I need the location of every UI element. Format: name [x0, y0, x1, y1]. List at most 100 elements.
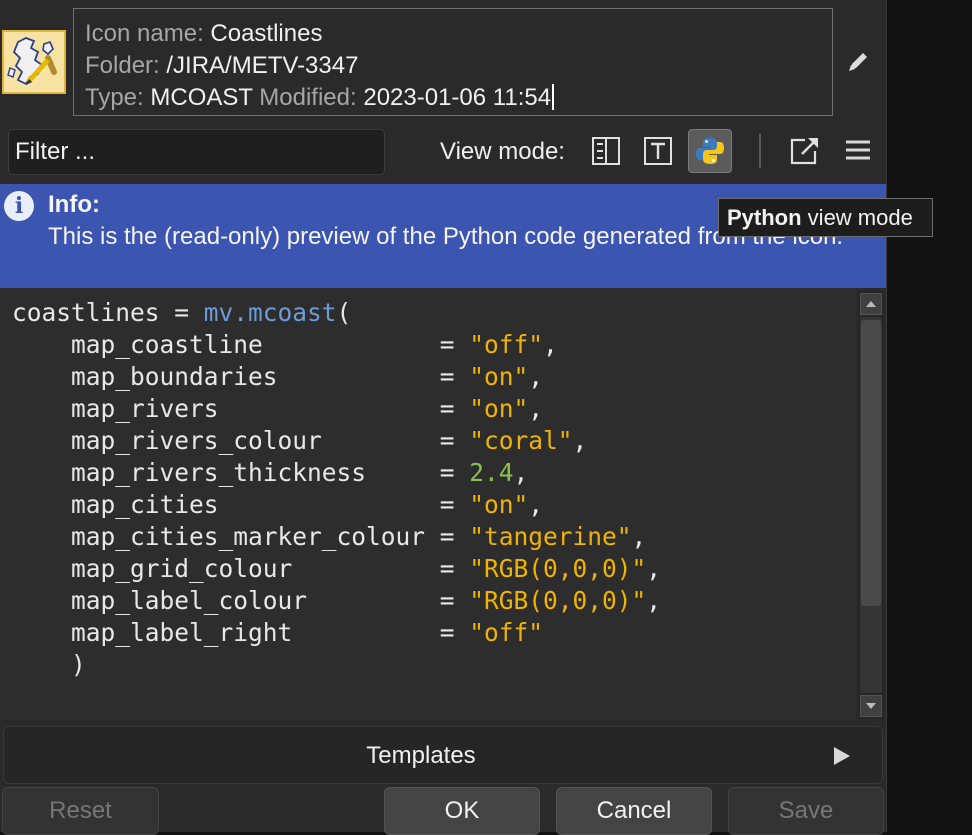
code-identifier: map_cities: [12, 490, 440, 519]
code-identifier: map_cities_marker_colour: [12, 522, 440, 551]
code-vertical-scrollbar[interactable]: [858, 291, 884, 719]
python-view-mode-button[interactable]: [688, 129, 732, 173]
icon-name-label: Icon name:: [85, 20, 204, 47]
code-operator: =: [439, 330, 470, 359]
code-line: map_label_colour = "RGB(0,0,0)",: [12, 585, 856, 617]
code-operator: =: [439, 618, 470, 647]
code-value: "off": [469, 330, 544, 359]
code-punctuation: ,: [528, 490, 544, 519]
tooltip-bold: Python: [727, 205, 802, 230]
code-function: mv.mcoast: [203, 298, 337, 327]
code-line: map_boundaries = "on",: [12, 361, 856, 393]
scroll-down-button[interactable]: [860, 695, 882, 717]
icon-name-row: Icon name: Coastlines: [85, 18, 822, 50]
folder-value: /JIRA/METV-3347: [166, 52, 359, 79]
code-value: "coral": [469, 426, 573, 455]
chevron-up-icon: [866, 301, 876, 307]
tooltip-text: view mode: [801, 205, 913, 230]
hamburger-menu-icon: [846, 140, 870, 160]
modified-value: 2023-01-06 11:54: [363, 84, 552, 111]
save-button[interactable]: Save: [728, 787, 884, 835]
scroll-thumb[interactable]: [861, 320, 881, 606]
code-punctuation: ,: [543, 330, 558, 359]
code-line: map_coastline = "off",: [12, 329, 856, 361]
templates-label: Templates: [366, 742, 476, 769]
code-value: "on": [469, 490, 529, 519]
scroll-up-button[interactable]: [860, 293, 882, 315]
tree-view-icon: [592, 137, 620, 165]
code-identifier: map_rivers_thickness: [12, 458, 440, 487]
code-operator: =: [439, 426, 470, 455]
code-punctuation: ,: [513, 458, 529, 487]
code-line: map_cities_marker_colour = "tangerine",: [12, 521, 856, 553]
icon-editor-panel: Icon name: Coastlines Folder: /JIRA/METV…: [0, 0, 887, 835]
detach-button[interactable]: [783, 129, 827, 173]
code-value: "RGB(0,0,0)": [469, 586, 647, 615]
icon-info-box[interactable]: Icon name: Coastlines Folder: /JIRA/METV…: [73, 8, 833, 116]
cancel-button[interactable]: Cancel: [556, 787, 712, 835]
code-value: 2.4: [469, 458, 514, 487]
code-identifier: map_coastline: [12, 330, 440, 359]
pencil-icon[interactable]: [844, 48, 872, 76]
text-view-mode-button[interactable]: [636, 129, 680, 173]
code-value: "RGB(0,0,0)": [469, 554, 647, 583]
code-operator: =: [439, 458, 470, 487]
code-identifier: coastlines: [12, 298, 160, 327]
code-value: "on": [469, 362, 529, 391]
code-value: "off": [469, 618, 544, 647]
code-punctuation: ,: [528, 362, 544, 391]
coastlines-map-icon: [2, 30, 66, 94]
code-operator: =: [439, 394, 470, 423]
code-operator: =: [439, 362, 470, 391]
code-identifier: map_boundaries: [12, 362, 440, 391]
code-punctuation: ,: [528, 394, 544, 423]
code-punctuation: ,: [646, 554, 662, 583]
toolbar-separator: [759, 134, 761, 168]
folder-label: Folder:: [85, 52, 160, 79]
code-line: map_grid_colour = "RGB(0,0,0)",: [12, 553, 856, 585]
code-operator: =: [159, 298, 204, 327]
code-line: map_cities = "on",: [12, 489, 856, 521]
menu-button[interactable]: [836, 129, 880, 173]
code-punctuation: ,: [572, 426, 588, 455]
code-value: "on": [469, 394, 529, 423]
expand-arrow-icon[interactable]: [832, 746, 852, 766]
code-operator: =: [439, 522, 470, 551]
code-line: map_label_right = "off": [12, 617, 856, 649]
templates-section[interactable]: Templates: [3, 726, 883, 784]
filter-input[interactable]: [8, 129, 385, 175]
code-identifier: map_label_colour: [12, 586, 440, 615]
info-icon: i: [4, 191, 34, 221]
code-punctuation: ,: [631, 522, 647, 551]
chevron-down-icon: [866, 703, 876, 709]
code-punctuation: (: [336, 298, 352, 327]
text-view-icon: [644, 137, 672, 165]
icon-name-value: Coastlines: [210, 20, 323, 47]
view-mode-label: View mode:: [440, 138, 565, 165]
code-line: map_rivers_colour = "coral",: [12, 425, 856, 457]
open-external-icon: [790, 138, 818, 165]
type-row: Type: MCOAST Modified: 2023-01-06 11:54: [85, 82, 822, 114]
code-identifier: map_label_right: [12, 618, 440, 647]
python-view-icon: [696, 138, 724, 164]
reset-button[interactable]: Reset: [2, 787, 159, 835]
background-area: [887, 0, 972, 832]
ok-button[interactable]: OK: [384, 787, 540, 835]
code-operator: =: [439, 490, 470, 519]
code-line: ): [12, 649, 856, 681]
code-identifier: map_rivers_colour: [12, 426, 440, 455]
modified-label: Modified:: [259, 84, 357, 111]
python-view-mode-tooltip: Python view mode: [718, 198, 933, 237]
code-identifier: ): [12, 650, 86, 679]
python-code-preview[interactable]: coastlines = mv.mcoast( map_coastline = …: [0, 289, 856, 719]
code-identifier: map_rivers: [12, 394, 440, 423]
code-line: map_rivers_thickness = 2.4,: [12, 457, 856, 489]
folder-row: Folder: /JIRA/METV-3347: [85, 50, 822, 82]
type-label: Type:: [85, 84, 144, 111]
code-line: map_rivers = "on",: [12, 393, 856, 425]
tree-view-mode-button[interactable]: [584, 129, 628, 173]
type-value: MCOAST: [150, 84, 253, 111]
code-identifier: map_grid_colour: [12, 554, 440, 583]
code-line: coastlines = mv.mcoast(: [12, 297, 856, 329]
code-operator: =: [439, 586, 470, 615]
